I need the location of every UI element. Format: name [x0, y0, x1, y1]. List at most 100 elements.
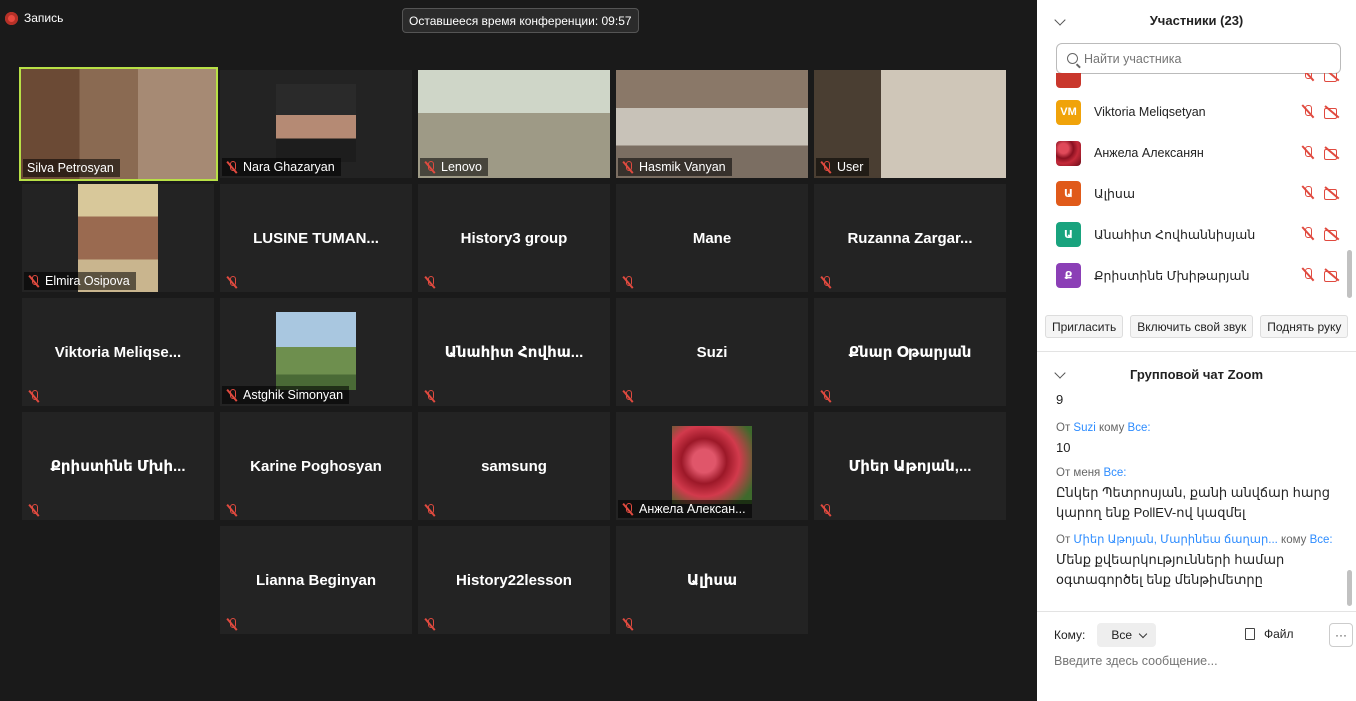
- muted-mic-icon: [424, 161, 436, 173]
- participant-tile[interactable]: Suzi: [616, 298, 808, 406]
- participant-tile[interactable]: Ruzanna Zargar...: [814, 184, 1006, 292]
- participant-name-label: Elmira Osipova: [24, 272, 136, 290]
- muted-mic-icon: [28, 275, 40, 287]
- muted-mic-icon: [226, 389, 238, 401]
- muted-mic-icon[interactable]: [1301, 226, 1315, 242]
- participant-name-label: Анжела Алексан...: [618, 500, 752, 518]
- video-off-icon[interactable]: [1324, 268, 1341, 282]
- participant-tile[interactable]: samsung: [418, 412, 610, 520]
- recipient-link[interactable]: Все:: [1310, 534, 1333, 546]
- participant-tile[interactable]: LUSINE TUMAN...: [220, 184, 412, 292]
- muted-mic-icon: [424, 504, 436, 516]
- participant-tile[interactable]: History22lesson: [418, 526, 610, 634]
- participant-tile[interactable]: Քնար Օթարյան: [814, 298, 1006, 406]
- muted-mic-icon: [226, 161, 238, 173]
- participant-tile[interactable]: History3 group: [418, 184, 610, 292]
- participant-tile[interactable]: Քրիստինե Մխի...: [22, 412, 214, 520]
- participant-tile[interactable]: Միեր Աթոյան,...: [814, 412, 1006, 520]
- muted-mic-icon[interactable]: [1301, 185, 1315, 201]
- chat-message-input[interactable]: [1054, 654, 1344, 668]
- profile-picture: [672, 426, 752, 504]
- muted-mic-icon[interactable]: [1301, 267, 1315, 283]
- video-off-icon[interactable]: [1324, 105, 1341, 119]
- raise-hand-button[interactable]: Поднять руку: [1260, 315, 1349, 338]
- participant-search-input[interactable]: [1084, 51, 1314, 66]
- divider: [1037, 611, 1356, 612]
- muted-mic-icon: [424, 276, 436, 288]
- participant-name-label: Lenovo: [420, 158, 489, 176]
- participant-name: Միեր Աթոյան,...: [848, 458, 972, 475]
- participant-tile[interactable]: User: [814, 70, 1006, 178]
- muted-mic-icon: [820, 161, 832, 173]
- muted-mic-icon[interactable]: [1301, 73, 1315, 83]
- participant-name-label: Hasmik Vanyan: [618, 158, 732, 176]
- participant-name: samsung: [481, 457, 547, 475]
- participant-tile[interactable]: Astghik Simonyan: [220, 298, 412, 406]
- muted-mic-icon: [622, 618, 634, 630]
- avatar: Ա: [1056, 221, 1081, 247]
- video-off-icon[interactable]: [1324, 227, 1341, 241]
- muted-mic-icon: [226, 276, 238, 288]
- participant-tile[interactable]: Nara Ghazaryan: [220, 70, 412, 178]
- recipient-select[interactable]: Все: [1097, 623, 1157, 647]
- participant-tile[interactable]: Анжела Алексан...: [616, 412, 808, 520]
- participants-scrollbar[interactable]: [1347, 250, 1352, 298]
- participant-tile[interactable]: Elmira Osipova: [22, 184, 214, 292]
- invite-button[interactable]: Пригласить: [1045, 315, 1124, 338]
- muted-mic-icon[interactable]: [1301, 145, 1315, 161]
- unmute-myself-button[interactable]: Включить свой звук: [1130, 315, 1254, 338]
- participant-name: Անահիտ Հովհաննիսյան: [1094, 227, 1256, 242]
- participant-name: Nara Ghazaryan: [243, 160, 335, 174]
- video-off-icon[interactable]: [1324, 73, 1341, 82]
- chat-title: Групповой чат Zoom: [1129, 367, 1264, 382]
- participant-tile[interactable]: Mane: [616, 184, 808, 292]
- divider: [1037, 351, 1356, 352]
- recording-label: Запись: [24, 11, 64, 25]
- participant-tile[interactable]: Viktoria Meliqse...: [22, 298, 214, 406]
- muted-mic-icon: [424, 390, 436, 402]
- video-off-icon[interactable]: [1324, 146, 1341, 160]
- participant-name: LUSINE TUMAN...: [253, 229, 379, 247]
- recording-indicator[interactable]: Запись: [5, 11, 63, 25]
- participant-row[interactable]: Анжела Алексанян: [1056, 138, 1341, 168]
- more-options-button[interactable]: ···: [1329, 623, 1353, 647]
- file-icon: [1245, 628, 1255, 640]
- chat-messages: 9 От Suzi кому Все: 10 От меня Все: Ընկե…: [1056, 393, 1341, 607]
- chevron-down-icon: [1138, 629, 1148, 638]
- participant-name: Viktoria Meliqsetyan: [1094, 105, 1206, 119]
- avatar: Ա: [1056, 180, 1081, 206]
- recipient-link[interactable]: Все:: [1128, 422, 1151, 434]
- participant-tile[interactable]: Lenovo: [418, 70, 610, 178]
- participant-name: Анжела Алексан...: [639, 502, 746, 516]
- muted-mic-icon: [820, 504, 832, 516]
- participant-tile[interactable]: Ալիսա: [616, 526, 808, 634]
- to-label: Кому:: [1054, 628, 1086, 642]
- participant-name: Karine Poghosyan: [250, 457, 382, 475]
- participant-row[interactable]: VM Viktoria Meliqsetyan: [1056, 97, 1341, 127]
- participant-row[interactable]: Ք Քրիստինե Մխիթարյան: [1056, 260, 1341, 290]
- muted-mic-icon[interactable]: [1301, 104, 1315, 120]
- video-off-icon[interactable]: [1324, 186, 1341, 200]
- record-icon: [5, 11, 18, 25]
- participant-tile[interactable]: Lianna Beginyan: [220, 526, 412, 634]
- file-button[interactable]: Файл: [1245, 627, 1294, 641]
- chat-scrollbar[interactable]: [1347, 570, 1352, 606]
- sender-link[interactable]: Միեր Աթոյան, Մարինեա ճաղար...: [1073, 534, 1277, 546]
- participant-name: User: [837, 160, 864, 174]
- muted-mic-icon: [622, 276, 634, 288]
- participant-row[interactable]: [1056, 73, 1341, 90]
- muted-mic-icon: [226, 504, 238, 516]
- sender-link[interactable]: Suzi: [1073, 422, 1095, 434]
- participant-name: Ալիսա: [686, 572, 738, 589]
- participant-name: Анжела Алексанян: [1094, 146, 1204, 160]
- participant-name: Viktoria Meliqse...: [54, 343, 182, 361]
- muted-mic-icon: [622, 161, 634, 173]
- participant-tile[interactable]: Silva Petrosyan: [19, 67, 218, 181]
- participant-tile[interactable]: Karine Poghosyan: [220, 412, 412, 520]
- participant-tile[interactable]: Hasmik Vanyan: [616, 70, 808, 178]
- participant-row[interactable]: Ա Անահիտ Հովհաննիսյան: [1056, 219, 1341, 249]
- participant-row[interactable]: Ա Ալիսա: [1056, 178, 1341, 208]
- participant-search[interactable]: [1056, 43, 1341, 74]
- recipient-link[interactable]: Все:: [1103, 467, 1126, 479]
- participant-tile[interactable]: Անահիտ Հովհա...: [418, 298, 610, 406]
